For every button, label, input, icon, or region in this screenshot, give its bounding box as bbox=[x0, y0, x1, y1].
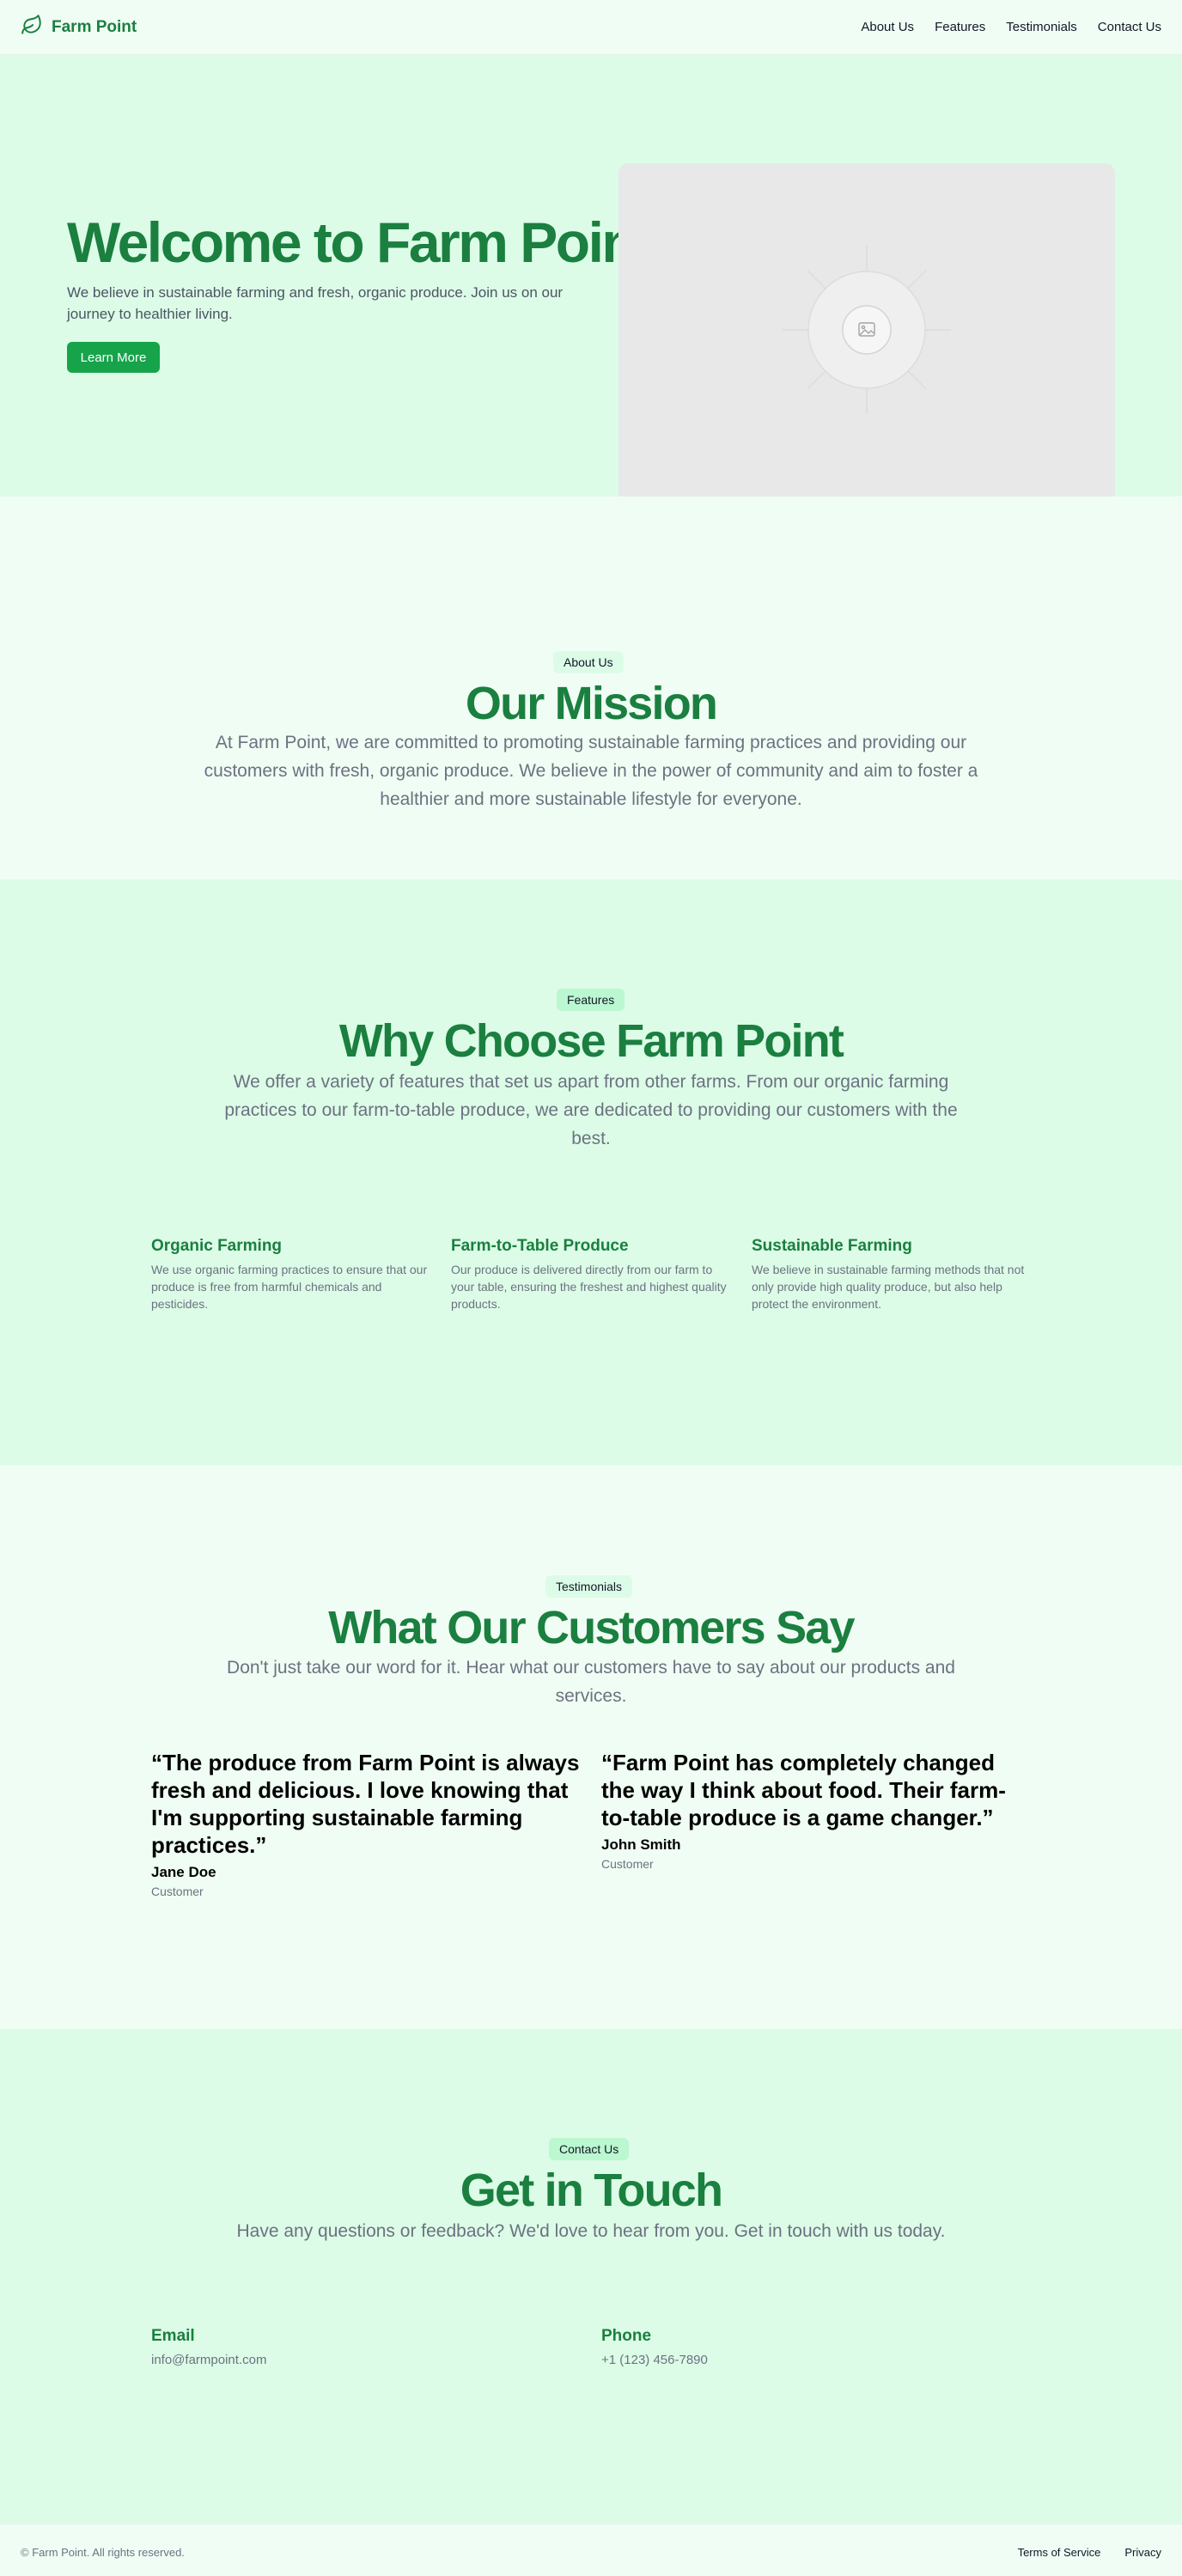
site-footer: © Farm Point. All rights reserved. Terms… bbox=[0, 2524, 1182, 2576]
contact-title: Get in Touch bbox=[460, 2165, 723, 2216]
feature-card-organic-farming: Organic Farming We use organic farming p… bbox=[151, 1237, 435, 1312]
main-nav: About Us Features Testimonials Contact U… bbox=[861, 20, 1161, 34]
hero-title: Welcome to Farm Point bbox=[67, 210, 653, 274]
about-title: Our Mission bbox=[465, 678, 718, 729]
email-label: Email bbox=[151, 2327, 195, 2345]
phone-label: Phone bbox=[601, 2327, 652, 2345]
hero-section: Welcome to Farm Point We believe in sust… bbox=[0, 55, 1182, 496]
leaf-icon bbox=[21, 14, 43, 40]
about-description: At Farm Point, we are committed to promo… bbox=[204, 733, 978, 809]
testimonials-description: Don't just take our word for it. Hear wh… bbox=[227, 1658, 955, 1706]
testimonial-card: “Farm Point has completely changed the w… bbox=[601, 1749, 1031, 1871]
testimonial-quote: “The produce from Farm Point is always f… bbox=[151, 1750, 580, 1858]
testimonial-role: Customer bbox=[151, 1885, 204, 1898]
footer-links: Terms of Service Privacy bbox=[1018, 2546, 1161, 2559]
testimonial-author: Jane Doe bbox=[151, 1864, 216, 1880]
testimonials-badge: Testimonials bbox=[545, 1575, 633, 1598]
phone-value[interactable]: +1 (123) 456-7890 bbox=[601, 2353, 708, 2367]
email-value[interactable]: info@farmpoint.com bbox=[151, 2353, 266, 2367]
privacy-link[interactable]: Privacy bbox=[1124, 2546, 1161, 2559]
testimonials-section: Testimonials What Our Customers Say Don'… bbox=[0, 1465, 1182, 2029]
features-badge: Features bbox=[557, 989, 625, 1011]
contact-section: Contact Us Get in Touch Have any questio… bbox=[0, 2029, 1182, 2524]
feature-title: Sustainable Farming bbox=[752, 1237, 912, 1255]
terms-of-service-link[interactable]: Terms of Service bbox=[1018, 2546, 1101, 2559]
feature-description: Our produce is delivered directly from o… bbox=[451, 1263, 727, 1311]
contact-email: Email info@farmpoint.com bbox=[151, 2327, 266, 2367]
features-section: Features Why Choose Farm Point We offer … bbox=[0, 880, 1182, 1465]
learn-more-button[interactable]: Learn More bbox=[67, 342, 160, 373]
nav-link-features[interactable]: Features bbox=[935, 20, 985, 34]
feature-description: We believe in sustainable farming method… bbox=[752, 1263, 1025, 1311]
brand-link[interactable]: Farm Point bbox=[21, 14, 137, 40]
site-header: Farm Point About Us Features Testimonial… bbox=[0, 0, 1182, 55]
about-badge: About Us bbox=[553, 651, 624, 673]
nav-link-contact-us[interactable]: Contact Us bbox=[1098, 20, 1161, 34]
testimonial-quote: “Farm Point has completely changed the w… bbox=[601, 1750, 1006, 1830]
image-placeholder-icon bbox=[783, 246, 951, 414]
features-title: Why Choose Farm Point bbox=[338, 1015, 844, 1067]
testimonial-author: John Smith bbox=[601, 1836, 681, 1853]
feature-card-sustainable-farming: Sustainable Farming We believe in sustai… bbox=[752, 1237, 1035, 1312]
contact-description: Have any questions or feedback? We'd lov… bbox=[236, 2221, 946, 2241]
about-section: About Us Our Mission At Farm Point, we a… bbox=[0, 496, 1182, 880]
feature-card-farm-to-table: Farm-to-Table Produce Our produce is del… bbox=[451, 1237, 734, 1312]
feature-title: Organic Farming bbox=[151, 1237, 283, 1255]
nav-link-about-us[interactable]: About Us bbox=[861, 20, 914, 34]
features-description: We offer a variety of features that set … bbox=[224, 1072, 958, 1148]
feature-description: We use organic farming practices to ensu… bbox=[151, 1263, 428, 1311]
hero-description: We believe in sustainable farming and fr… bbox=[67, 284, 564, 322]
testimonial-role: Customer bbox=[601, 1857, 654, 1871]
testimonials-title: What Our Customers Say bbox=[328, 1602, 855, 1653]
contact-badge: Contact Us bbox=[549, 2138, 630, 2160]
contact-phone: Phone +1 (123) 456-7890 bbox=[601, 2327, 708, 2367]
hero-image bbox=[618, 163, 1115, 496]
copyright-text: © Farm Point. All rights reserved. bbox=[21, 2545, 185, 2559]
brand-name: Farm Point bbox=[52, 17, 137, 36]
testimonial-card: “The produce from Farm Point is always f… bbox=[151, 1749, 581, 1898]
nav-link-testimonials[interactable]: Testimonials bbox=[1006, 20, 1077, 34]
feature-title: Farm-to-Table Produce bbox=[451, 1237, 629, 1255]
